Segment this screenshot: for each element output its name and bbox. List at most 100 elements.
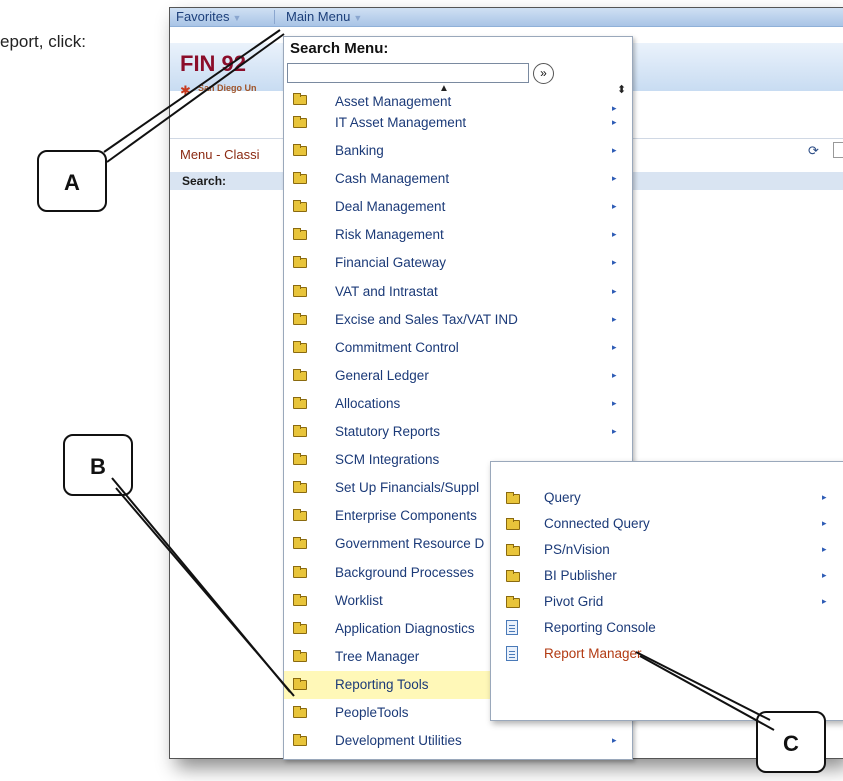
- submenu-arrow-icon: ▸: [612, 257, 617, 268]
- submenu-arrow-icon: ▸: [822, 492, 827, 502]
- menu-item-asset-management[interactable]: Asset Management ▸: [284, 93, 632, 113]
- menu-item-label: Risk Management: [335, 227, 444, 243]
- folder-icon: [293, 621, 307, 634]
- menu-item-label: PeopleTools: [335, 704, 409, 720]
- menu-item-label: Reporting Tools: [335, 676, 429, 692]
- divider: [274, 10, 275, 24]
- submenu-item-label: Reporting Console: [544, 620, 656, 635]
- triangle-down-icon: ▼: [232, 13, 242, 23]
- folder-icon: [506, 518, 520, 530]
- menu-item-label: Asset Management: [335, 94, 452, 109]
- logo-subtitle: San Diego Un: [198, 83, 257, 93]
- submenu-item-connected-query[interactable]: Connected Query ▸: [491, 512, 843, 538]
- folder-icon: [506, 544, 520, 556]
- submenu-item-ps-nvision[interactable]: PS/nVision ▸: [491, 538, 843, 564]
- folder-icon: [293, 537, 307, 550]
- submenu-arrow-icon: ▸: [612, 426, 617, 437]
- submenu-arrow-icon: ▸: [612, 173, 617, 184]
- folder-icon: [293, 312, 307, 325]
- submenu-item-bi-publisher[interactable]: BI Publisher ▸: [491, 564, 843, 590]
- instruction-text: eport, click:: [0, 32, 86, 51]
- submenu-item-reporting-console[interactable]: Reporting Console: [491, 616, 843, 642]
- folder-icon: [506, 596, 520, 608]
- folder-icon: [293, 453, 307, 466]
- menu-item-development-utilities[interactable]: Development Utilities ▸: [284, 727, 632, 755]
- submenu-item-label: Report Manager: [544, 646, 642, 661]
- menu-item-risk-management[interactable]: Risk Management ▸: [284, 221, 632, 249]
- submenu-item-label: PS/nVision: [544, 542, 610, 557]
- top-nav-bar: Favorites ▼ Main Menu ▼: [170, 8, 843, 27]
- menu-item-statutory-reports[interactable]: Statutory Reports ▸: [284, 418, 632, 446]
- menu-item-label: Commitment Control: [335, 339, 459, 355]
- main-menu-label: Main Menu: [286, 9, 351, 24]
- double-chevron-right-icon[interactable]: »: [533, 63, 554, 84]
- search-menu-input[interactable]: [287, 63, 529, 83]
- submenu-item-report-manager[interactable]: Report Manager: [491, 642, 843, 668]
- submenu-item-pivot-grid[interactable]: Pivot Grid ▸: [491, 590, 843, 616]
- menu-item-commitment-control[interactable]: Commitment Control ▸: [284, 334, 632, 362]
- submenu-arrow-icon: ▸: [822, 518, 827, 528]
- submenu-item-label: BI Publisher: [544, 568, 617, 583]
- document-icon: [506, 646, 518, 661]
- submenu-item-query[interactable]: Query ▸: [491, 486, 843, 512]
- main-menu-button[interactable]: Main Menu ▼: [286, 9, 362, 24]
- folder-icon: [293, 565, 307, 578]
- menu-item-banking[interactable]: Banking ▸: [284, 137, 632, 165]
- folder-icon: [293, 368, 307, 381]
- submenu-item-label: Query: [544, 490, 581, 505]
- menu-item-label: Application Diagnostics: [335, 620, 475, 636]
- folder-icon: [293, 593, 307, 606]
- menu-item-label: Financial Gateway: [335, 255, 447, 271]
- submenu-arrow-icon: ▸: [612, 397, 617, 408]
- folder-icon: [293, 396, 307, 409]
- submenu-arrow-icon: ▸: [822, 544, 827, 554]
- menu-item-label: Statutory Reports: [335, 424, 441, 440]
- menu-item-deal-management[interactable]: Deal Management ▸: [284, 193, 632, 221]
- menu-item-label: Worklist: [335, 592, 383, 608]
- search-menu-title: Search Menu:: [290, 40, 389, 57]
- folder-icon: [293, 481, 307, 494]
- submenu-arrow-icon: ▸: [822, 596, 827, 606]
- menu-item-it-asset-management[interactable]: IT Asset Management ▸: [284, 109, 632, 137]
- submenu-arrow-icon: ▸: [612, 201, 617, 212]
- menu-item-cash-management[interactable]: Cash Management ▸: [284, 165, 632, 193]
- menu-item-general-ledger[interactable]: General Ledger ▸: [284, 362, 632, 390]
- submenu-arrow-icon: ▸: [612, 313, 617, 324]
- logo-star-icon: ✱: [180, 83, 191, 98]
- menu-item-label: Deal Management: [335, 199, 446, 215]
- menu-item-label: Government Resource D: [335, 536, 485, 552]
- submenu-arrow-icon: ▸: [612, 735, 617, 746]
- callout-c: C: [756, 711, 826, 773]
- menu-item-vat-and-intrastat[interactable]: VAT and Intrastat ▸: [284, 278, 632, 306]
- favorites-label: Favorites: [176, 9, 230, 24]
- folder-icon: [293, 228, 307, 241]
- favorites-menu[interactable]: Favorites ▼: [176, 9, 241, 24]
- callout-b: B: [63, 434, 133, 496]
- pagelet-box[interactable]: [833, 142, 843, 158]
- menu-item-label: Banking: [335, 143, 384, 159]
- folder-icon: [293, 677, 307, 690]
- folder-icon: [293, 425, 307, 438]
- menu-item-label: General Ledger: [335, 367, 429, 383]
- menu-item-label: Excise and Sales Tax/VAT IND: [335, 311, 518, 327]
- triangle-down-icon: ▼: [353, 13, 363, 23]
- folder-icon: [293, 705, 307, 718]
- menu-item-financial-gateway[interactable]: Financial Gateway ▸: [284, 249, 632, 277]
- folder-icon: [506, 492, 520, 504]
- menu-item-label: Set Up Financials/Suppl: [335, 480, 480, 496]
- submenu-arrow-icon: ▸: [612, 145, 617, 156]
- menu-item-allocations[interactable]: Allocations ▸: [284, 390, 632, 418]
- submenu-arrow-icon: ▸: [612, 369, 617, 380]
- menu-item-label: Allocations: [335, 395, 401, 411]
- folder-icon: [506, 570, 520, 582]
- menu-item-excise-and-sales-tax-vat-ind[interactable]: Excise and Sales Tax/VAT IND ▸: [284, 306, 632, 334]
- scroll-up-icon[interactable]: ▲: [439, 83, 449, 94]
- refresh-icon[interactable]: ⟳: [808, 143, 819, 159]
- document-icon: [506, 620, 518, 635]
- submenu-arrow-icon: ▸: [612, 285, 617, 296]
- submenu-item-label: Pivot Grid: [544, 594, 604, 609]
- menu-item-label: Development Utilities: [335, 733, 462, 749]
- menu-item-label: IT Asset Management: [335, 115, 467, 130]
- folder-icon: [293, 172, 307, 185]
- search-label: Search:: [182, 174, 227, 188]
